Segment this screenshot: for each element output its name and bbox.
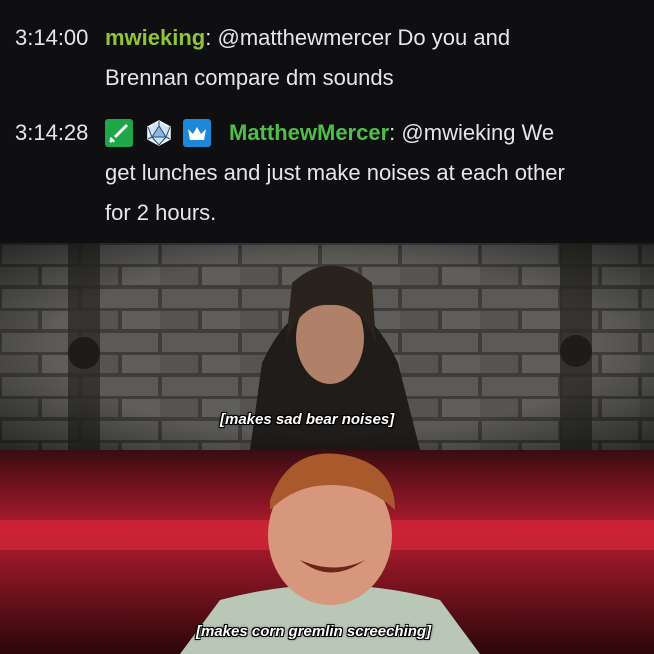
message-line: MatthewMercer: @mwieking We	[229, 113, 554, 153]
badge-group	[105, 119, 225, 149]
gif-frame-gremlin-screeching: [makes corn gremlin screeching]	[0, 450, 654, 654]
message-line: mwieking: @matthewmercer Do you and	[105, 18, 510, 58]
message-timestamp: 3:14:00	[15, 25, 89, 50]
crown-badge-icon[interactable]	[183, 119, 211, 147]
message-text-continued: Brennan compare dm sounds	[105, 65, 394, 90]
message-text-continued: for 2 hours.	[105, 200, 217, 225]
d20-badge-icon[interactable]	[145, 119, 173, 147]
username-separator: :	[389, 120, 396, 145]
gif-frame-bear-noises: [makes sad bear noises]	[0, 243, 654, 450]
username[interactable]: mwieking	[105, 25, 205, 50]
message-text: @matthewmercer Do you and	[217, 25, 511, 50]
sword-badge-icon[interactable]	[105, 119, 133, 147]
chat-panel: 3:14:00 mwieking: @matthewmercer Do you …	[0, 0, 654, 243]
message-text-continued: get lunches and just make noises at each…	[105, 160, 565, 185]
subtitle-caption: [makes sad bear noises]	[220, 411, 395, 428]
message-timestamp: 3:14:28	[15, 120, 89, 145]
username[interactable]: MatthewMercer	[229, 120, 389, 145]
message-text: @mwieking We	[401, 120, 555, 145]
username-separator: :	[205, 25, 212, 50]
subtitle-caption: [makes corn gremlin screeching]	[196, 623, 432, 640]
